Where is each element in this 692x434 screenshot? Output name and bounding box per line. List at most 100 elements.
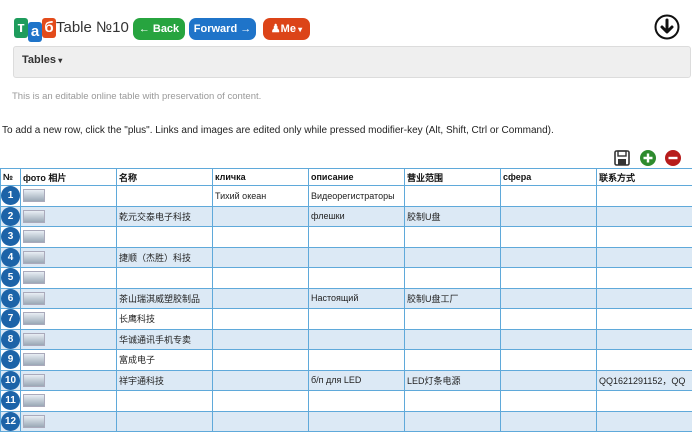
photo-cell[interactable] [20, 390, 117, 412]
table-row[interactable]: 12 [0, 410, 692, 432]
table-row[interactable]: 7 长鹰科技 [0, 308, 692, 330]
column-header[interactable]: описание [308, 168, 405, 186]
column-header[interactable]: сфера [500, 168, 597, 186]
table-row[interactable]: 3 [0, 226, 692, 248]
table-cell-sphere[interactable] [500, 308, 597, 330]
photo-thumbnail[interactable] [23, 373, 45, 387]
table-row[interactable]: 8 华诚通讯手机专卖 [0, 328, 692, 350]
column-header[interactable]: № [0, 168, 21, 186]
table-cell-contact[interactable] [596, 226, 692, 248]
remove-row-icon[interactable] [664, 149, 682, 167]
table-cell-scope[interactable] [404, 410, 501, 432]
table-cell-scope[interactable] [404, 308, 501, 330]
photo-cell[interactable] [20, 246, 117, 268]
table-row[interactable]: 4 捷顺（杰胜）科技 [0, 246, 692, 268]
photo-cell[interactable] [20, 226, 117, 248]
table-cell-scope[interactable] [404, 328, 501, 350]
column-header[interactable]: 营业范围 [404, 168, 501, 186]
photo-cell[interactable] [20, 369, 117, 391]
table-cell-scope[interactable] [404, 246, 501, 268]
table-cell-sphere[interactable] [500, 226, 597, 248]
photo-cell[interactable] [20, 267, 117, 289]
column-header[interactable]: фото 相片 [20, 168, 117, 186]
table-cell-contact[interactable] [596, 328, 692, 350]
table-cell-contact[interactable] [596, 246, 692, 268]
table-cell-desc[interactable] [308, 308, 405, 330]
table-row[interactable]: 10 祥宇通科技 б/п для LED LED灯条电源 QQ1621291152，QQ [0, 369, 692, 391]
table-cell-name[interactable]: 富成电子 [116, 349, 213, 371]
table-cell-contact[interactable] [596, 390, 692, 412]
table-cell-scope[interactable]: 胶制U盘 [404, 205, 501, 227]
table-cell-contact[interactable] [596, 308, 692, 330]
photo-thumbnail[interactable] [23, 250, 45, 264]
photo-thumbnail[interactable] [23, 209, 45, 223]
photo-thumbnail[interactable] [23, 353, 45, 367]
table-row[interactable]: 6 茶山瑞淇威塑胶制品 Настоящий 胶制U盘工厂 [0, 287, 692, 309]
table-cell-desc[interactable] [308, 390, 405, 412]
column-header[interactable]: 联系方式 [596, 168, 692, 186]
table-row[interactable]: 1 Тихий океан Видеорегистраторы [0, 185, 692, 207]
table-cell-sphere[interactable] [500, 410, 597, 432]
table-cell-name[interactable]: 长鹰科技 [116, 308, 213, 330]
download-circle-icon[interactable] [654, 14, 680, 40]
photo-thumbnail[interactable] [23, 271, 45, 285]
table-cell-contact[interactable]: QQ1621291152，QQ [596, 369, 692, 391]
photo-thumbnail[interactable] [23, 291, 45, 305]
photo-cell[interactable] [20, 287, 117, 309]
table-cell-desc[interactable] [308, 226, 405, 248]
table-cell-scope[interactable]: 胶制U盘工厂 [404, 287, 501, 309]
table-cell-scope[interactable] [404, 390, 501, 412]
photo-thumbnail[interactable] [23, 230, 45, 244]
table-cell-name[interactable]: 茶山瑞淇威塑胶制品 [116, 287, 213, 309]
table-cell-nick[interactable] [212, 267, 309, 289]
table-cell-contact[interactable] [596, 267, 692, 289]
photo-cell[interactable] [20, 205, 117, 227]
table-cell-nick[interactable] [212, 246, 309, 268]
forward-button[interactable]: Forward → [189, 18, 256, 40]
table-row[interactable]: 2 乾元交泰电子科技 флешки 胶制U盘 [0, 205, 692, 227]
photo-cell[interactable] [20, 410, 117, 432]
table-cell-name[interactable]: 乾元交泰电子科技 [116, 205, 213, 227]
photo-cell[interactable] [20, 349, 117, 371]
table-cell-name[interactable] [116, 390, 213, 412]
photo-cell[interactable] [20, 308, 117, 330]
table-cell-nick[interactable] [212, 308, 309, 330]
table-cell-desc[interactable] [308, 246, 405, 268]
table-cell-nick[interactable] [212, 390, 309, 412]
table-cell-scope[interactable]: LED灯条电源 [404, 369, 501, 391]
column-header[interactable]: 名称 [116, 168, 213, 186]
table-cell-sphere[interactable] [500, 267, 597, 289]
table-cell-nick[interactable] [212, 287, 309, 309]
table-cell-name[interactable] [116, 267, 213, 289]
table-cell-desc[interactable]: Настоящий [308, 287, 405, 309]
table-cell-scope[interactable] [404, 349, 501, 371]
photo-cell[interactable] [20, 185, 117, 207]
column-header[interactable]: кличка [212, 168, 309, 186]
table-cell-scope[interactable] [404, 267, 501, 289]
table-cell-nick[interactable]: Тихий океан [212, 185, 309, 207]
table-cell-contact[interactable] [596, 185, 692, 207]
table-cell-scope[interactable] [404, 226, 501, 248]
table-cell-desc[interactable]: б/п для LED [308, 369, 405, 391]
back-button[interactable]: ← Back [133, 18, 185, 40]
table-cell-name[interactable] [116, 226, 213, 248]
table-cell-sphere[interactable] [500, 185, 597, 207]
table-cell-sphere[interactable] [500, 246, 597, 268]
table-cell-desc[interactable]: Видеорегистраторы [308, 185, 405, 207]
table-cell-sphere[interactable] [500, 349, 597, 371]
table-cell-nick[interactable] [212, 349, 309, 371]
table-cell-scope[interactable] [404, 185, 501, 207]
photo-thumbnail[interactable] [23, 312, 45, 326]
add-row-icon[interactable] [639, 149, 657, 167]
table-cell-desc[interactable]: флешки [308, 205, 405, 227]
table-cell-name[interactable] [116, 410, 213, 432]
user-menu-button[interactable]: ♟Me ▾ [263, 18, 310, 40]
table-cell-name[interactable]: 祥宇通科技 [116, 369, 213, 391]
table-cell-nick[interactable] [212, 205, 309, 227]
table-cell-contact[interactable] [596, 349, 692, 371]
table-cell-nick[interactable] [212, 410, 309, 432]
table-cell-sphere[interactable] [500, 328, 597, 350]
table-cell-nick[interactable] [212, 369, 309, 391]
photo-thumbnail[interactable] [23, 414, 45, 428]
table-cell-sphere[interactable] [500, 369, 597, 391]
